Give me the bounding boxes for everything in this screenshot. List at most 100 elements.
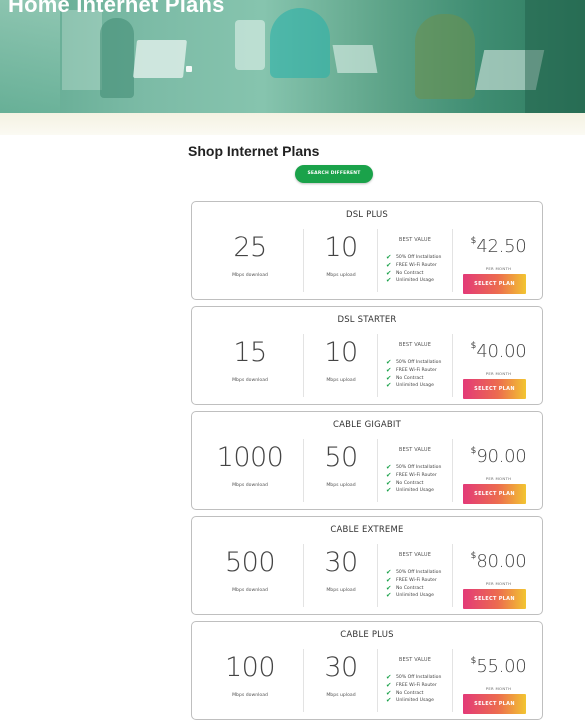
select-plan-button[interactable]: SELECT PLAN (463, 379, 526, 399)
download-speed: 500 (224, 547, 276, 578)
download-speed: 25 (233, 232, 267, 263)
download-speed-label: Mbps download (232, 693, 268, 698)
feature-item: ✔ No Contract (386, 269, 441, 278)
feature-item: ✔ 50% Off Installation (386, 463, 442, 472)
feature-text: Unlimited Usage (396, 593, 434, 599)
hero-photo-person (100, 18, 134, 98)
currency-symbol: $ (470, 656, 477, 666)
upload-speed-label: Mbps upload (326, 588, 356, 593)
price-amount: 40.00 (476, 341, 527, 362)
search-different-address-button[interactable]: SEARCH DIFFERENT ADDRESS (295, 165, 373, 194)
feature-item: ✔ No Contract (386, 689, 441, 698)
best-value-badge: BEST VALUE (398, 237, 432, 243)
select-plan-button[interactable]: SELECT PLAN (463, 274, 526, 294)
upload-speed: 30 (324, 652, 358, 683)
hero-photo-person (415, 14, 475, 99)
check-icon: ✔ (386, 486, 392, 495)
select-plan-button[interactable]: SELECT PLAN (463, 589, 526, 609)
select-plan-button[interactable]: SELECT PLAN (463, 694, 526, 714)
feature-text: 50% Off Installation (396, 570, 442, 575)
feature-item: ✔ 50% Off Installation (386, 253, 441, 262)
feature-item: ✔ Unlimited Usage (386, 277, 441, 285)
best-value-badge: BEST VALUE (398, 342, 432, 348)
check-icon: ✔ (386, 381, 392, 390)
plan-name: CABLE EXTREME (330, 525, 404, 535)
upload-speed: 50 (324, 442, 358, 473)
feature-text: No Contract (396, 585, 424, 591)
feature-text: 50% Off Installation (396, 360, 442, 365)
plan-price: $40.00 (453, 341, 544, 362)
hero-photo-person (270, 8, 330, 78)
check-icon: ✔ (386, 591, 392, 600)
feature-item: ✔ FREE Wi-Fi Router (386, 576, 441, 585)
feature-list: ✔ 50% Off Installation ✔ FREE Wi-Fi Router ✔… (386, 568, 442, 600)
hero-photo-window (62, 10, 102, 90)
page-title: Home Internet Plans (8, 0, 225, 17)
hero-photo-laptop (332, 45, 378, 73)
feature-text: FREE Wi-Fi Router (396, 472, 437, 478)
currency-symbol: $ (470, 236, 477, 246)
feature-list: ✔ 50% Off Installation ✔ FREE Wi-Fi Router ✔… (386, 463, 442, 495)
price-period: PER MONTH (485, 686, 512, 691)
feature-text: No Contract (396, 480, 424, 486)
upload-speed-label: Mbps upload (326, 273, 356, 278)
feature-item: ✔ Unlimited Usage (386, 382, 441, 390)
plan-price: $80.00 (453, 551, 544, 572)
feature-text: FREE Wi-Fi Router (396, 367, 437, 373)
plan-card: CABLE EXTREME 500 Mbps download 30 Mbps … (191, 516, 543, 615)
price-period: PER MONTH (485, 581, 512, 586)
feature-text: 50% Off Installation (396, 465, 442, 470)
hero-photo-chair (235, 20, 265, 70)
feature-item: ✔ FREE Wi-Fi Router (386, 366, 441, 375)
best-value-badge: BEST VALUE (398, 447, 432, 453)
currency-symbol: $ (470, 341, 477, 351)
hero-photo-highlight (186, 66, 192, 72)
check-icon: ✔ (386, 276, 392, 285)
feature-text: Unlimited Usage (396, 698, 434, 704)
feature-item: ✔ No Contract (386, 374, 441, 383)
plan-price: $55.00 (453, 656, 544, 677)
plan-list: DSL PLUS 25 Mbps download 10 Mbps upload… (191, 201, 543, 726)
hero-photo-laptop (133, 40, 187, 78)
plan-card: DSL STARTER 15 Mbps download 10 Mbps upl… (191, 306, 543, 405)
feature-item: ✔ FREE Wi-Fi Router (386, 261, 441, 270)
feature-text: FREE Wi-Fi Router (396, 577, 437, 583)
price-period: PER MONTH (485, 266, 512, 271)
plan-name: CABLE GIGABIT (332, 420, 401, 430)
download-speed: 1000 (216, 442, 284, 473)
feature-list: ✔ 50% Off Installation ✔ FREE Wi-Fi Router ✔… (386, 253, 441, 285)
feature-item: ✔ No Contract (386, 584, 441, 593)
feature-item: ✔ Unlimited Usage (386, 592, 441, 600)
plan-name: CABLE PLUS (340, 630, 394, 640)
upload-speed: 10 (324, 337, 358, 368)
upload-speed-label: Mbps upload (326, 693, 356, 698)
feature-text: FREE Wi-Fi Router (396, 262, 437, 268)
plan-card: CABLE PLUS 100 Mbps download 30 Mbps upl… (191, 621, 543, 720)
best-value-badge: BEST VALUE (398, 657, 432, 663)
hero-banner: Home Internet Plans (0, 0, 585, 113)
price-amount: 55.00 (476, 656, 527, 677)
plan-card: DSL PLUS 25 Mbps download 10 Mbps upload… (191, 201, 543, 300)
upload-speed: 10 (324, 232, 358, 263)
feature-list: ✔ 50% Off Installation ✔ FREE Wi-Fi Router ✔… (386, 673, 441, 705)
feature-item: ✔ Unlimited Usage (386, 487, 441, 495)
upload-speed-label: Mbps upload (326, 483, 356, 488)
shop-title: Shop Internet Plans (188, 143, 320, 159)
price-amount: 42.50 (476, 236, 527, 257)
download-speed-label: Mbps download (232, 588, 268, 593)
download-speed: 15 (233, 337, 267, 368)
feature-text: Unlimited Usage (396, 488, 434, 494)
download-speed: 100 (224, 652, 276, 683)
download-speed-label: Mbps download (232, 378, 268, 383)
select-plan-button[interactable]: SELECT PLAN (463, 484, 526, 504)
feature-item: ✔ FREE Wi-Fi Router (386, 681, 441, 690)
plan-price: $90.00 (453, 446, 544, 467)
plan-name: DSL PLUS (345, 210, 389, 220)
price-amount: 80.00 (476, 551, 527, 572)
feature-text: Unlimited Usage (396, 383, 434, 389)
feature-item: ✔ 50% Off Installation (386, 568, 442, 577)
plan-card: CABLE GIGABIT 1000 Mbps download 50 Mbps… (191, 411, 543, 510)
feature-item: ✔ FREE Wi-Fi Router (386, 471, 441, 480)
best-value-badge: BEST VALUE (398, 552, 432, 558)
feature-item: ✔ 50% Off Installation (386, 673, 441, 682)
